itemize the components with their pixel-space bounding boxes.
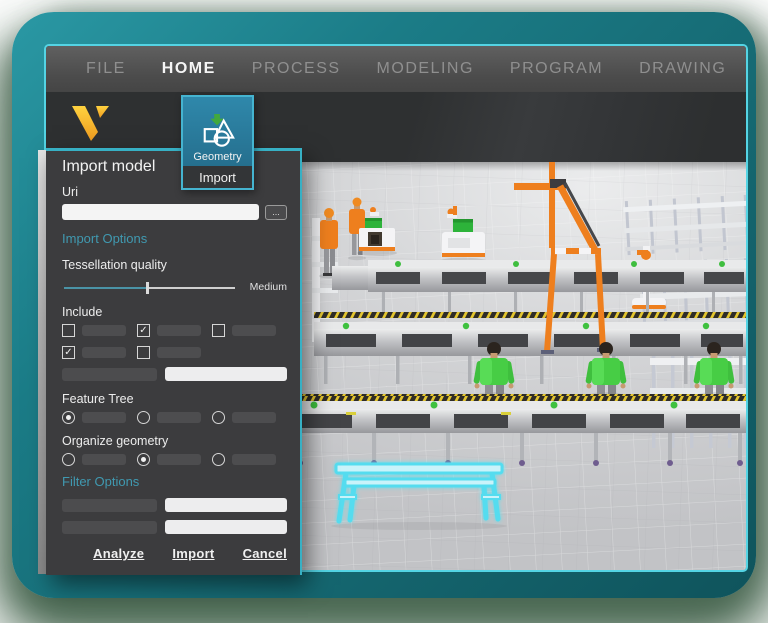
option-label-placeholder [232, 454, 276, 465]
organize-geometry-label: Organize geometry [62, 434, 287, 448]
analyze-button[interactable]: Analyze [93, 546, 144, 561]
slider-track[interactable] [64, 287, 235, 289]
geometry-import-button-top: Geometry [183, 97, 252, 166]
menu-modeling[interactable]: MODELING [377, 60, 474, 78]
include-option-4[interactable] [62, 346, 137, 359]
filter-label-placeholder [62, 521, 157, 534]
option-label-placeholder [157, 325, 201, 336]
hazard-stripe-line-1 [314, 312, 746, 318]
organize-option-3[interactable] [212, 453, 287, 466]
menu-drawing[interactable]: DRAWING [639, 60, 726, 78]
import-button[interactable]: Import [172, 546, 214, 561]
option-label-placeholder [232, 412, 276, 423]
checkbox[interactable] [62, 346, 75, 359]
checkbox[interactable] [137, 346, 150, 359]
include-option-1[interactable] [62, 324, 137, 337]
tessellation-value: Medium [250, 281, 287, 293]
option-label-placeholder [232, 325, 276, 336]
import-options-header: Import Options [62, 231, 287, 246]
menu-program[interactable]: PROGRAM [510, 60, 603, 78]
radio-button[interactable] [137, 453, 150, 466]
include-option-3[interactable] [212, 324, 287, 337]
tessellation-label: Tessellation quality [62, 258, 287, 272]
radio-button[interactable] [137, 411, 150, 424]
slider-fill [64, 287, 146, 289]
option-label-placeholder [157, 412, 201, 423]
organize-option-2[interactable] [137, 453, 212, 466]
radio-button[interactable] [212, 411, 225, 424]
option-label-placeholder [82, 454, 126, 465]
uri-input[interactable] [62, 204, 259, 220]
filter-label-placeholder [62, 499, 157, 512]
filter-field-2[interactable] [165, 520, 287, 534]
slider-handle[interactable] [146, 282, 149, 294]
option-label-placeholder [82, 412, 126, 423]
include-option-2[interactable] [137, 324, 212, 337]
browse-button[interactable]: ... [265, 205, 287, 220]
geometry-import-label-top: Geometry [193, 151, 241, 163]
tessellation-slider[interactable]: Medium [62, 281, 287, 295]
menu-process[interactable]: PROCESS [252, 60, 341, 78]
geometry-import-icon [199, 113, 237, 149]
geometry-import-label-bottom: Import [183, 166, 252, 188]
menu-file[interactable]: FILE [86, 60, 126, 78]
menu-home[interactable]: HOME [162, 60, 216, 78]
checkbox[interactable] [137, 324, 150, 337]
geometry-import-button[interactable]: Geometry Import [181, 95, 254, 190]
checkbox[interactable] [212, 324, 225, 337]
include-extra-field[interactable] [165, 367, 287, 381]
option-label-placeholder [82, 325, 126, 336]
feature-tree-option-3[interactable] [212, 411, 287, 424]
menu-bar: FILE HOME PROCESS MODELING PROGRAM DRAWI… [46, 46, 746, 92]
cancel-button[interactable]: Cancel [243, 546, 287, 561]
marketing-screenshot: FILE HOME PROCESS MODELING PROGRAM DRAWI… [0, 0, 768, 623]
filter-options-header: Filter Options [62, 474, 287, 489]
radio-button[interactable] [212, 453, 225, 466]
option-label-placeholder [157, 454, 201, 465]
include-option-5[interactable] [137, 346, 212, 359]
radio-button[interactable] [62, 453, 75, 466]
include-label: Include [62, 305, 287, 319]
dialog-left-edge [38, 150, 46, 574]
organize-option-1[interactable] [62, 453, 137, 466]
radio-button[interactable] [62, 411, 75, 424]
checkbox[interactable] [62, 324, 75, 337]
option-label-placeholder [157, 347, 201, 358]
filter-field-1[interactable] [165, 498, 287, 512]
import-model-dialog: Import model Uri ... Import Options Tess… [46, 148, 302, 575]
feature-tree-option-2[interactable] [137, 411, 212, 424]
option-label-placeholder [82, 347, 126, 358]
visual-components-logo-icon [70, 106, 110, 142]
include-extra-label-placeholder [62, 368, 157, 381]
feature-tree-option-1[interactable] [62, 411, 137, 424]
feature-tree-label: Feature Tree [62, 392, 287, 406]
